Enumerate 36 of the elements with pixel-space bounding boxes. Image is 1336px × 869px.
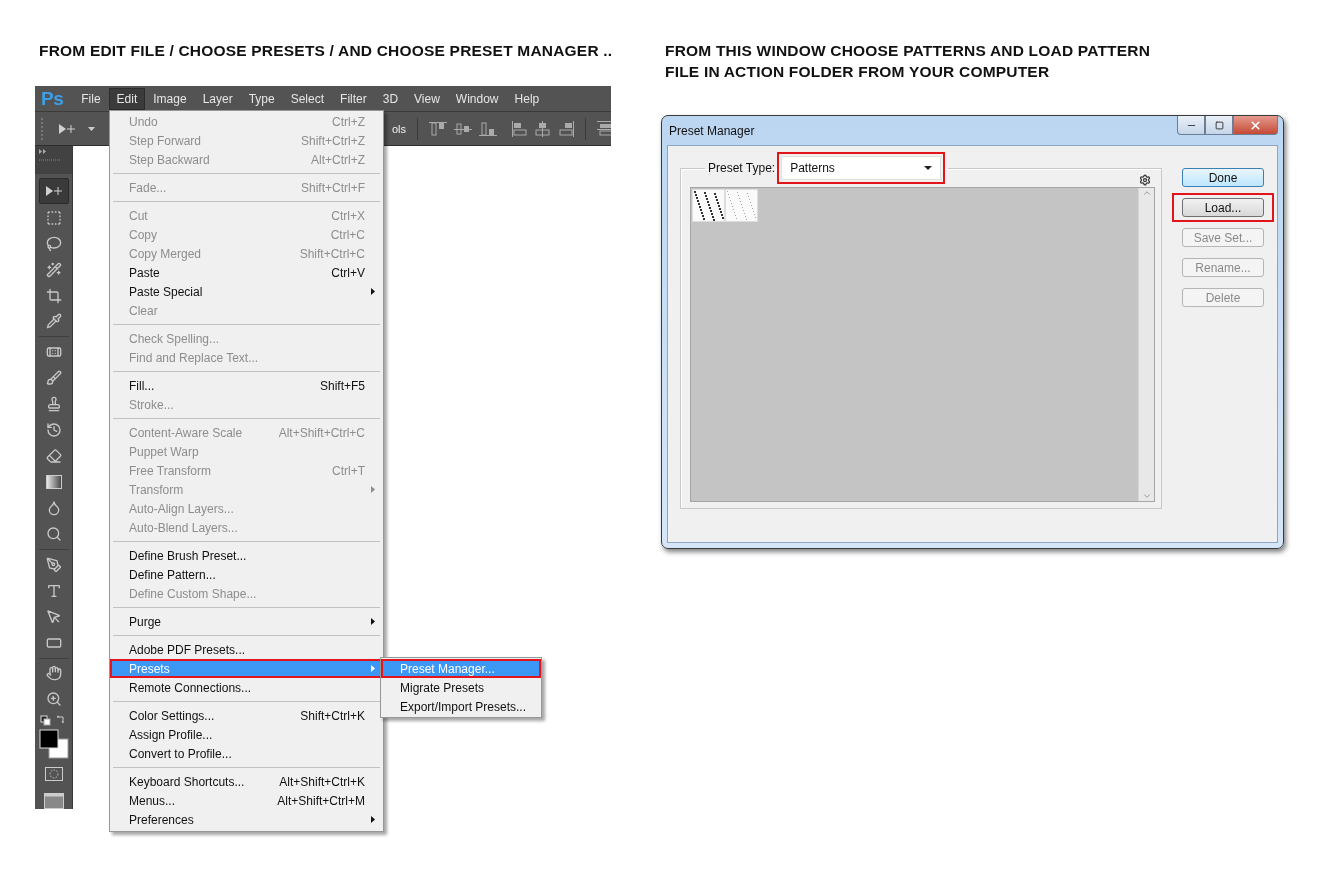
menu-item[interactable]: Purge [110, 612, 383, 631]
menu-item[interactable]: Define Pattern... [110, 565, 383, 584]
menu-item[interactable]: Migrate Presets [381, 678, 541, 697]
app-logo: Ps [40, 87, 65, 110]
menu-title[interactable]: Layer [194, 87, 241, 110]
menu-item[interactable]: Adobe PDF Presets... [110, 640, 383, 659]
window-title: Preset Manager [669, 123, 756, 138]
menu-item[interactable]: Define Brush Preset... [110, 546, 383, 565]
menu-item[interactable]: Keyboard Shortcuts... Alt+Shift+Ctrl+K [110, 772, 383, 791]
dialog-button[interactable]: Done [1182, 168, 1264, 187]
menu-title[interactable]: Select [282, 87, 333, 110]
menu-title[interactable]: Image [145, 87, 195, 110]
menu-title[interactable]: Edit [108, 87, 146, 110]
menu-item[interactable]: Remote Connections... [110, 678, 383, 697]
menu-item[interactable]: Color Settings... Shift+Ctrl+K [110, 706, 383, 725]
menu-item[interactable]: Paste Ctrl+V [110, 263, 383, 282]
menu-title[interactable]: File [73, 87, 109, 110]
instruction-heading: FROM THIS WINDOW CHOOSE PATTERNS AND LOAD PATTERN FILE IN ACTION FOLDER FROM YOUR COMPUTER [665, 41, 1152, 82]
menu-title[interactable]: Help [506, 87, 548, 110]
menu-title[interactable]: View [406, 87, 448, 110]
menu-item[interactable]: Convert to Profile... [110, 744, 383, 763]
option-label: ols [392, 122, 407, 135]
menu-item[interactable]: Export/Import Presets... [381, 697, 541, 716]
instruction-heading: FROM EDIT FILE / CHOOSE PRESETS / AND CHOOSE PRESET MANAGER .. [39, 41, 614, 61]
menu-title[interactable]: Type [240, 87, 283, 110]
preset-type-dropdown[interactable]: Patterns [781, 156, 942, 180]
menu-item[interactable]: Assign Profile... [110, 725, 383, 744]
menu-item[interactable]: Menus... Alt+Shift+Ctrl+M [110, 791, 383, 810]
menu-title[interactable]: Filter [332, 87, 375, 110]
preset-type-label: Preset Type: [708, 161, 776, 175]
dialog-button[interactable]: Load... [1182, 198, 1264, 217]
menu-title[interactable]: 3D [374, 87, 407, 110]
menu-item[interactable]: Paste Special [110, 282, 383, 301]
menu-title[interactable]: Window [447, 87, 507, 110]
menu-item[interactable]: Fill... Shift+F5 [110, 376, 383, 395]
menu-item[interactable]: Preferences [110, 810, 383, 829]
